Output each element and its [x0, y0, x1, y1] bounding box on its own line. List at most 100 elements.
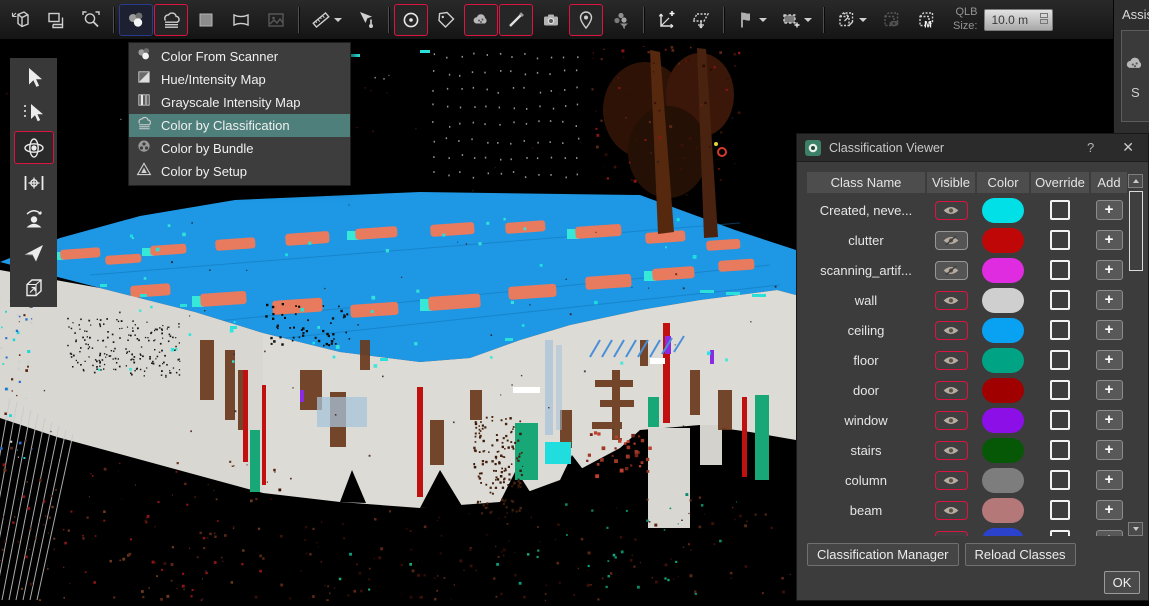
constrained-orbit-tool-button[interactable]: [14, 166, 54, 199]
zoom-region-button[interactable]: [74, 4, 108, 36]
menu-item-hue-intensity-map[interactable]: Hue/Intensity Map: [129, 68, 350, 91]
override-checkbox[interactable]: [1050, 470, 1070, 490]
select-tool-button[interactable]: [14, 61, 54, 94]
visibility-toggle[interactable]: [935, 501, 968, 520]
paint-select-button[interactable]: [729, 4, 773, 36]
multi-select-tool-button[interactable]: [14, 96, 54, 129]
visibility-toggle[interactable]: [935, 351, 968, 370]
qlb-size-select[interactable]: 10.0 m: [984, 9, 1053, 31]
reload-classes-button[interactable]: Reload Classes: [965, 543, 1076, 566]
color-by-classification-button[interactable]: [154, 4, 188, 36]
rectangle-select-button[interactable]: [774, 4, 818, 36]
clip-box-button[interactable]: [829, 4, 873, 36]
visibility-toggle[interactable]: [935, 441, 968, 460]
panorama-view-button[interactable]: [224, 4, 258, 36]
add-class-button[interactable]: +: [1096, 260, 1123, 280]
visibility-toggle[interactable]: [935, 381, 968, 400]
spinner-icon[interactable]: [1040, 13, 1049, 27]
visibility-toggle[interactable]: [935, 291, 968, 310]
scroll-up-button[interactable]: [1128, 174, 1143, 188]
classification-manager-button[interactable]: Classification Manager: [807, 543, 959, 566]
visibility-toggle[interactable]: [935, 231, 968, 250]
limit-box-button[interactable]: [394, 4, 428, 36]
override-checkbox[interactable]: [1050, 350, 1070, 370]
override-checkbox[interactable]: [1050, 320, 1070, 340]
visibility-toggle[interactable]: [935, 261, 968, 280]
override-checkbox[interactable]: [1050, 230, 1070, 250]
add-class-button[interactable]: +: [1096, 200, 1123, 220]
add-class-button[interactable]: +: [1096, 350, 1123, 370]
assistant-subpanel[interactable]: S: [1121, 30, 1149, 122]
add-class-button[interactable]: +: [1096, 320, 1123, 340]
add-class-button[interactable]: +: [1096, 500, 1123, 520]
dropdown-caret-icon[interactable]: [759, 18, 767, 26]
class-color-swatch[interactable]: [982, 378, 1024, 403]
override-checkbox[interactable]: [1050, 500, 1070, 520]
override-checkbox[interactable]: [1050, 380, 1070, 400]
visibility-toggle[interactable]: [935, 321, 968, 340]
walkthrough-tool-button[interactable]: [14, 271, 54, 304]
tag-tool-button[interactable]: [429, 4, 463, 36]
column-header-override[interactable]: Override: [1031, 172, 1089, 193]
scan-project-button[interactable]: [4, 4, 38, 36]
clip-box-manager-button[interactable]: M: [909, 4, 943, 36]
menu-item-color-from-scanner[interactable]: Color From Scanner: [129, 45, 350, 68]
annotate-tool-button[interactable]: [499, 4, 533, 36]
class-color-swatch[interactable]: [982, 348, 1024, 373]
class-color-swatch[interactable]: [982, 258, 1024, 283]
add-class-button[interactable]: +: [1096, 380, 1123, 400]
fly-tool-button[interactable]: [14, 236, 54, 269]
menu-item-grayscale-intensity-map[interactable]: Grayscale Intensity Map: [129, 91, 350, 114]
menu-item-color-by-bundle[interactable]: Color by Bundle: [129, 137, 350, 160]
class-color-swatch[interactable]: [982, 408, 1024, 433]
class-color-swatch[interactable]: [982, 318, 1024, 343]
add-class-button[interactable]: +: [1096, 230, 1123, 250]
add-class-button[interactable]: +: [1096, 470, 1123, 490]
column-header-class-name[interactable]: Class Name: [807, 172, 925, 193]
close-icon[interactable]: ✕: [1116, 139, 1140, 156]
move-plane-button[interactable]: [684, 4, 718, 36]
bundle-filter-button[interactable]: [604, 4, 638, 36]
point-info-button[interactable]: [349, 4, 383, 36]
cascade-windows-button[interactable]: [39, 4, 73, 36]
dropdown-caret-icon[interactable]: [334, 18, 342, 26]
help-button[interactable]: ?: [1073, 140, 1108, 155]
column-header-add[interactable]: Add: [1091, 172, 1127, 193]
snapshot-tool-button[interactable]: [534, 4, 568, 36]
add-class-button[interactable]: +: [1096, 530, 1123, 536]
class-color-swatch[interactable]: [982, 198, 1024, 223]
class-color-swatch[interactable]: [982, 438, 1024, 463]
class-color-swatch[interactable]: [982, 228, 1024, 253]
class-color-swatch[interactable]: [982, 498, 1024, 523]
solid-color-button[interactable]: [189, 4, 223, 36]
visibility-toggle[interactable]: [935, 201, 968, 220]
visibility-toggle[interactable]: [935, 411, 968, 430]
column-header-visible[interactable]: Visible: [927, 172, 975, 193]
override-checkbox[interactable]: [1050, 200, 1070, 220]
override-checkbox[interactable]: [1050, 440, 1070, 460]
column-header-color[interactable]: Color: [977, 172, 1029, 193]
scrollbar-thumb[interactable]: [1129, 191, 1143, 271]
add-class-button[interactable]: +: [1096, 440, 1123, 460]
add-coordinate-system-button[interactable]: [649, 4, 683, 36]
add-class-button[interactable]: +: [1096, 290, 1123, 310]
color-from-scanner-button[interactable]: [119, 4, 153, 36]
override-checkbox[interactable]: [1050, 410, 1070, 430]
menu-item-color-by-setup[interactable]: Color by Setup: [129, 160, 350, 183]
class-color-swatch[interactable]: [982, 288, 1024, 313]
measure-tool-button[interactable]: [304, 4, 348, 36]
visibility-toggle[interactable]: [935, 531, 968, 537]
geotag-tool-button[interactable]: [569, 4, 603, 36]
override-checkbox[interactable]: [1050, 260, 1070, 280]
orbit-tool-button[interactable]: [14, 131, 54, 164]
override-checkbox[interactable]: [1050, 530, 1070, 536]
add-class-button[interactable]: +: [1096, 410, 1123, 430]
look-around-tool-button[interactable]: [14, 201, 54, 234]
menu-item-color-by-classification[interactable]: Color by Classification: [129, 114, 350, 137]
dropdown-caret-icon[interactable]: [859, 18, 867, 26]
scroll-down-button[interactable]: [1128, 522, 1143, 536]
visibility-toggle[interactable]: [935, 471, 968, 490]
cloud-tool-button[interactable]: [464, 4, 498, 36]
ok-button[interactable]: OK: [1104, 571, 1140, 594]
override-checkbox[interactable]: [1050, 290, 1070, 310]
